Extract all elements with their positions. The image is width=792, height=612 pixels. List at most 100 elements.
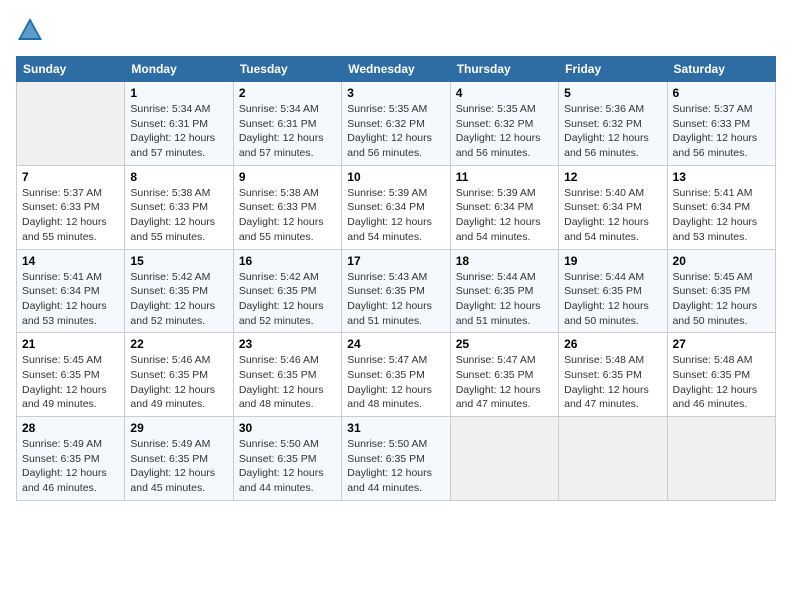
day-number: 7 [22,170,119,184]
column-header-wednesday: Wednesday [342,57,450,82]
week-row-1: 1 Sunrise: 5:34 AM Sunset: 6:31 PM Daylig… [17,82,776,166]
day-number: 12 [564,170,661,184]
day-number: 20 [673,254,770,268]
day-cell: 7 Sunrise: 5:37 AM Sunset: 6:33 PM Daylig… [17,165,125,249]
day-number: 4 [456,86,553,100]
calendar-header-row: SundayMondayTuesdayWednesdayThursdayFrid… [17,57,776,82]
day-info: Sunrise: 5:45 AM Sunset: 6:35 PM Dayligh… [673,270,770,329]
day-number: 18 [456,254,553,268]
day-cell: 26 Sunrise: 5:48 AM Sunset: 6:35 PM Dayli… [559,333,667,417]
day-cell: 18Sunrise: 5:44 AM Sunset: 6:35 PM Dayli… [450,249,558,333]
day-info: Sunrise: 5:46 AM Sunset: 6:35 PM Dayligh… [239,353,336,412]
calendar-table: SundayMondayTuesdayWednesdayThursdayFrid… [16,56,776,501]
day-cell: 13Sunrise: 5:41 AM Sunset: 6:34 PM Dayli… [667,165,775,249]
day-cell: 10 Sunrise: 5:39 AM Sunset: 6:34 PM Dayli… [342,165,450,249]
day-cell: 28 Sunrise: 5:49 AM Sunset: 6:35 PM Dayli… [17,417,125,501]
day-info: Sunrise: 5:40 AM Sunset: 6:34 PM Dayligh… [564,186,661,245]
day-number: 31 [347,421,444,435]
day-cell: 15 Sunrise: 5:42 AM Sunset: 6:35 PM Dayli… [125,249,233,333]
day-info: Sunrise: 5:47 AM Sunset: 6:35 PM Dayligh… [456,353,553,412]
day-cell: 30 Sunrise: 5:50 AM Sunset: 6:35 PM Dayli… [233,417,341,501]
day-info: Sunrise: 5:39 AM Sunset: 6:34 PM Dayligh… [347,186,444,245]
day-info: Sunrise: 5:42 AM Sunset: 6:35 PM Dayligh… [239,270,336,329]
day-info: Sunrise: 5:41 AM Sunset: 6:34 PM Dayligh… [22,270,119,329]
day-cell [450,417,558,501]
day-cell: 27 Sunrise: 5:48 AM Sunset: 6:35 PM Dayli… [667,333,775,417]
day-cell: 6 Sunrise: 5:37 AM Sunset: 6:33 PM Daylig… [667,82,775,166]
day-cell: 21Sunrise: 5:45 AM Sunset: 6:35 PM Dayli… [17,333,125,417]
day-info: Sunrise: 5:42 AM Sunset: 6:35 PM Dayligh… [130,270,227,329]
day-number: 1 [130,86,227,100]
day-info: Sunrise: 5:46 AM Sunset: 6:35 PM Dayligh… [130,353,227,412]
day-number: 15 [130,254,227,268]
column-header-saturday: Saturday [667,57,775,82]
day-number: 9 [239,170,336,184]
day-info: Sunrise: 5:39 AM Sunset: 6:34 PM Dayligh… [456,186,553,245]
day-cell: 14Sunrise: 5:41 AM Sunset: 6:34 PM Dayli… [17,249,125,333]
day-cell: 9 Sunrise: 5:38 AM Sunset: 6:33 PM Daylig… [233,165,341,249]
day-info: Sunrise: 5:34 AM Sunset: 6:31 PM Dayligh… [239,102,336,161]
column-header-thursday: Thursday [450,57,558,82]
day-info: Sunrise: 5:35 AM Sunset: 6:32 PM Dayligh… [347,102,444,161]
day-cell: 12 Sunrise: 5:40 AM Sunset: 6:34 PM Dayli… [559,165,667,249]
week-row-3: 14Sunrise: 5:41 AM Sunset: 6:34 PM Dayli… [17,249,776,333]
day-cell [17,82,125,166]
day-info: Sunrise: 5:38 AM Sunset: 6:33 PM Dayligh… [239,186,336,245]
day-number: 16 [239,254,336,268]
column-header-friday: Friday [559,57,667,82]
day-number: 3 [347,86,444,100]
day-number: 23 [239,337,336,351]
day-cell [667,417,775,501]
day-info: Sunrise: 5:49 AM Sunset: 6:35 PM Dayligh… [22,437,119,496]
day-cell: 8 Sunrise: 5:38 AM Sunset: 6:33 PM Daylig… [125,165,233,249]
day-cell: 20 Sunrise: 5:45 AM Sunset: 6:35 PM Dayli… [667,249,775,333]
day-info: Sunrise: 5:41 AM Sunset: 6:34 PM Dayligh… [673,186,770,245]
day-cell: 31 Sunrise: 5:50 AM Sunset: 6:35 PM Dayli… [342,417,450,501]
day-info: Sunrise: 5:50 AM Sunset: 6:35 PM Dayligh… [239,437,336,496]
week-row-4: 21Sunrise: 5:45 AM Sunset: 6:35 PM Dayli… [17,333,776,417]
day-number: 5 [564,86,661,100]
day-cell: 19 Sunrise: 5:44 AM Sunset: 6:35 PM Dayli… [559,249,667,333]
day-info: Sunrise: 5:43 AM Sunset: 6:35 PM Dayligh… [347,270,444,329]
column-header-monday: Monday [125,57,233,82]
day-cell: 2Sunrise: 5:34 AM Sunset: 6:31 PM Daylig… [233,82,341,166]
day-number: 8 [130,170,227,184]
logo-icon [16,16,44,44]
day-info: Sunrise: 5:44 AM Sunset: 6:35 PM Dayligh… [564,270,661,329]
day-number: 11 [456,170,553,184]
day-number: 30 [239,421,336,435]
day-info: Sunrise: 5:50 AM Sunset: 6:35 PM Dayligh… [347,437,444,496]
day-info: Sunrise: 5:38 AM Sunset: 6:33 PM Dayligh… [130,186,227,245]
day-cell: 17 Sunrise: 5:43 AM Sunset: 6:35 PM Dayli… [342,249,450,333]
day-cell: 5Sunrise: 5:36 AM Sunset: 6:32 PM Daylig… [559,82,667,166]
day-number: 17 [347,254,444,268]
day-cell: 1 Sunrise: 5:34 AM Sunset: 6:31 PM Daylig… [125,82,233,166]
day-number: 22 [130,337,227,351]
day-info: Sunrise: 5:48 AM Sunset: 6:35 PM Dayligh… [564,353,661,412]
day-cell: 4 Sunrise: 5:35 AM Sunset: 6:32 PM Daylig… [450,82,558,166]
day-number: 29 [130,421,227,435]
day-info: Sunrise: 5:34 AM Sunset: 6:31 PM Dayligh… [130,102,227,161]
day-number: 28 [22,421,119,435]
day-number: 24 [347,337,444,351]
day-number: 21 [22,337,119,351]
day-cell: 16 Sunrise: 5:42 AM Sunset: 6:35 PM Dayli… [233,249,341,333]
day-number: 27 [673,337,770,351]
day-info: Sunrise: 5:47 AM Sunset: 6:35 PM Dayligh… [347,353,444,412]
day-cell: 22 Sunrise: 5:46 AM Sunset: 6:35 PM Dayli… [125,333,233,417]
day-info: Sunrise: 5:35 AM Sunset: 6:32 PM Dayligh… [456,102,553,161]
day-number: 10 [347,170,444,184]
day-number: 6 [673,86,770,100]
day-cell: 29Sunrise: 5:49 AM Sunset: 6:35 PM Dayli… [125,417,233,501]
day-number: 19 [564,254,661,268]
day-number: 26 [564,337,661,351]
week-row-5: 28 Sunrise: 5:49 AM Sunset: 6:35 PM Dayli… [17,417,776,501]
week-row-2: 7 Sunrise: 5:37 AM Sunset: 6:33 PM Daylig… [17,165,776,249]
day-cell: 23 Sunrise: 5:46 AM Sunset: 6:35 PM Dayli… [233,333,341,417]
day-cell: 25 Sunrise: 5:47 AM Sunset: 6:35 PM Dayli… [450,333,558,417]
day-number: 25 [456,337,553,351]
day-info: Sunrise: 5:37 AM Sunset: 6:33 PM Dayligh… [673,102,770,161]
day-info: Sunrise: 5:48 AM Sunset: 6:35 PM Dayligh… [673,353,770,412]
day-info: Sunrise: 5:37 AM Sunset: 6:33 PM Dayligh… [22,186,119,245]
logo [16,16,48,44]
